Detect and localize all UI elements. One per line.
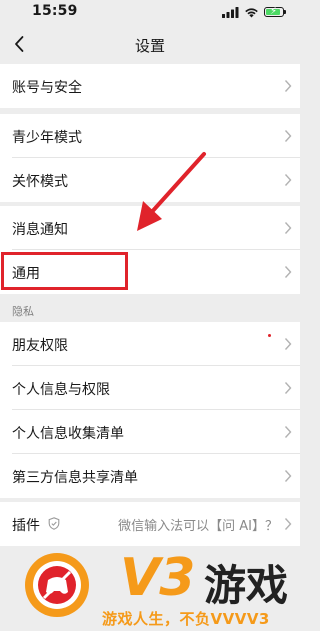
chevron-right-icon <box>284 426 292 438</box>
status-bar: 15:59 ⚡ <box>0 0 300 24</box>
settings-item-label: 第三方信息共享清单 <box>12 470 138 486</box>
settings-item-friend-permissions[interactable]: 朋友权限 <box>0 322 300 366</box>
settings-item-label: 通用 <box>12 266 40 282</box>
settings-item-label: 个人信息收集清单 <box>12 426 124 442</box>
nav-bar: 设置 <box>0 24 300 64</box>
chevron-right-icon <box>284 470 292 482</box>
status-icons: ⚡ <box>222 5 286 19</box>
chevron-right-icon <box>284 174 292 186</box>
settings-item-personal-info-permissions[interactable]: 个人信息与权限 <box>0 366 300 410</box>
page-title: 设置 <box>134 37 165 55</box>
settings-item-label: 消息通知 <box>12 222 68 238</box>
chevron-right-icon <box>284 130 292 142</box>
section-header-privacy: 隐私 <box>12 305 34 318</box>
settings-item-label: 插件 <box>12 518 40 534</box>
watermark-logo: V3 游戏 游戏人生，不负VVVV3 <box>22 548 292 628</box>
settings-item-label: 青少年模式 <box>12 130 82 146</box>
settings-item-label: 关怀模式 <box>12 174 68 190</box>
red-dot <box>268 334 271 337</box>
bolt-icon: ⚡ <box>270 6 278 17</box>
chevron-right-icon <box>284 382 292 394</box>
status-time: 15:59 <box>32 3 78 19</box>
settings-item-third-party-sharing[interactable]: 第三方信息共享清单 <box>0 454 300 498</box>
settings-item-account-security[interactable]: 账号与安全 <box>0 64 300 108</box>
watermark-slogan: 游戏人生，不负VVVV3 <box>102 610 270 628</box>
settings-item-label: 账号与安全 <box>12 80 82 96</box>
chevron-right-icon <box>284 80 292 92</box>
chevron-right-icon <box>284 518 292 530</box>
signal-icon <box>222 6 239 18</box>
battery-charging-icon: ⚡ <box>264 6 286 17</box>
settings-item-label: 个人信息与权限 <box>12 382 110 398</box>
watermark-name: 游戏 <box>204 561 289 610</box>
plugin-note: 微信输入法可以【问 AI】？ <box>118 519 278 534</box>
watermark-brand: V3 <box>120 548 195 608</box>
chevron-right-icon <box>284 338 292 350</box>
settings-item-notifications[interactable]: 消息通知 <box>0 206 300 250</box>
settings-item-general[interactable]: 通用 <box>0 250 300 294</box>
settings-screen: 15:59 ⚡ 设置 账号与安全 青少年模式 关怀模式 消息通知 通用 隐私 朋… <box>0 0 300 631</box>
settings-item-label: 朋友权限 <box>12 338 68 354</box>
settings-item-care-mode[interactable]: 关怀模式 <box>0 158 300 202</box>
game-controller-logo-icon <box>25 553 89 617</box>
wifi-icon <box>245 7 258 17</box>
chevron-right-icon <box>284 222 292 234</box>
settings-item-teen-mode[interactable]: 青少年模式 <box>0 114 300 158</box>
settings-item-plugins[interactable]: 插件 微信输入法可以【问 AI】？ <box>0 502 300 546</box>
settings-item-personal-info-collection[interactable]: 个人信息收集清单 <box>0 410 300 454</box>
shield-icon <box>48 517 60 530</box>
chevron-right-icon <box>284 266 292 278</box>
